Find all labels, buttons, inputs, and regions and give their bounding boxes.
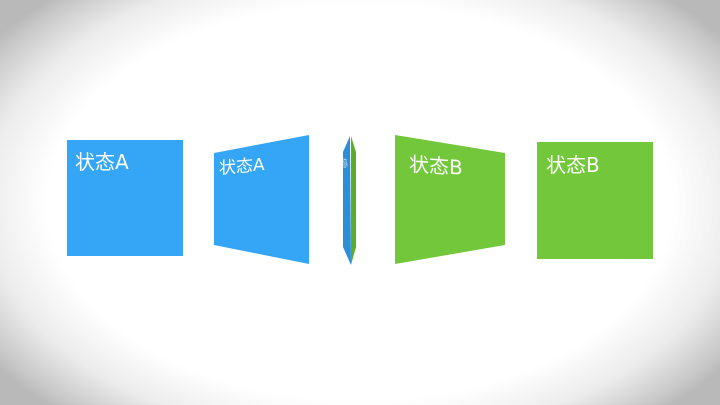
frame-3-state-b-edge [351,136,356,265]
frame-3-state-a-edge [343,136,351,265]
flip-animation-diagram: 状态A 状态A 状态A 状态B 状态B [0,0,720,405]
flip-frames-canvas [67,135,653,265]
frame-1-label: 状态A [75,150,129,174]
frame-4-label: 状态B [409,152,463,180]
frame-2-label: 状态A [219,155,265,179]
frame-3-label: 状态A [342,157,348,170]
frame-5-label: 状态B [546,153,600,177]
